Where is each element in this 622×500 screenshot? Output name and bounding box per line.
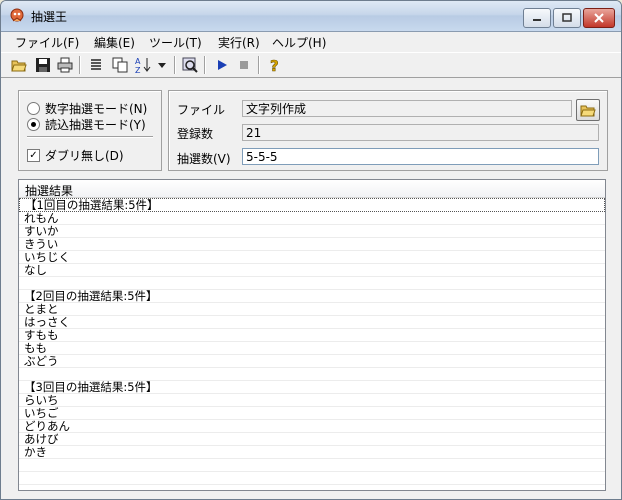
settings-panel: ファイル 文字列作成 登録数 21 抽選数(V) 5-5-5 (168, 90, 608, 171)
list-item[interactable]: らいち (19, 394, 605, 407)
save-button[interactable] (34, 56, 52, 74)
list-item[interactable]: ぶどう (19, 355, 605, 368)
list-item[interactable] (19, 459, 605, 472)
menu-bar: ファイル(F) 編集(E) ツール(T) 実行(R) ヘルプ(H) (1, 32, 621, 51)
browse-file-button[interactable] (576, 99, 600, 121)
menu-help[interactable]: ヘルプ(H) (272, 34, 326, 51)
stop-icon (240, 61, 248, 69)
list-item[interactable]: いちご (19, 407, 605, 420)
toolbar-separator (79, 56, 81, 74)
list-item[interactable] (19, 368, 605, 381)
list-item[interactable] (19, 485, 605, 490)
list-button[interactable] (87, 56, 105, 74)
copy-button[interactable] (111, 56, 129, 74)
mode-divider (27, 136, 153, 138)
file-field: 文字列作成 (242, 100, 572, 117)
load-mode-radio-button[interactable] (27, 118, 40, 131)
list-item[interactable]: れもん (19, 212, 605, 225)
numeric-mode-radio-button[interactable] (27, 102, 40, 115)
open-folder-icon (580, 105, 596, 117)
draw-count-input[interactable]: 5-5-5 (242, 148, 599, 165)
results-header-label: 抽選結果 (25, 184, 74, 198)
help-icon: ? (270, 57, 279, 73)
list-item[interactable]: 【2回目の抽選結果:5件】 (19, 290, 605, 303)
count-field: 21 (242, 124, 599, 141)
mode-panel: 数字抽選モード(N) 読込抽選モード(Y) ✓ ダブリ無し(D) (18, 90, 162, 171)
print-icon (57, 57, 73, 73)
run-button[interactable] (213, 56, 231, 74)
list-item[interactable]: はっさく (19, 316, 605, 329)
list-item[interactable]: もも (19, 342, 605, 355)
title-bar[interactable]: 抽選王 (1, 1, 621, 32)
no-duplicates-check-icon[interactable]: ✓ (27, 149, 40, 162)
sort-button[interactable]: A Z (134, 56, 152, 74)
save-icon (36, 58, 50, 72)
list-item[interactable] (19, 277, 605, 290)
file-label: ファイル (177, 103, 226, 117)
dropdown-arrow-icon (158, 63, 166, 68)
results-list[interactable]: 抽選結果 【1回目の抽選結果:5件】 れもん すいか きうい いちじく なし【2回目の抽選… (18, 179, 606, 491)
list-item[interactable] (19, 472, 605, 485)
copy-icon (112, 57, 128, 73)
load-mode-label: 読込抽選モード(Y) (45, 118, 146, 132)
print-button[interactable] (56, 56, 74, 74)
sort-dropdown-button[interactable] (153, 56, 171, 74)
results-column-header[interactable]: 抽選結果 (19, 180, 605, 198)
settings-icon (182, 57, 198, 73)
open-button[interactable] (10, 56, 28, 74)
toolbar-separator (258, 56, 260, 74)
load-mode-radio[interactable]: 読込抽選モード(Y) (27, 116, 146, 133)
list-item[interactable]: すいか (19, 225, 605, 238)
list-icon (91, 59, 101, 70)
list-item[interactable]: かき (19, 446, 605, 459)
numeric-mode-label: 数字抽選モード(N) (45, 102, 148, 116)
no-duplicates-checkbox[interactable]: ✓ ダブリ無し(D) (27, 147, 124, 164)
close-icon (594, 13, 604, 23)
list-item[interactable]: 【1回目の抽選結果:5件】 (19, 198, 605, 212)
help-button[interactable]: ? (266, 56, 284, 74)
maximize-icon (562, 13, 572, 22)
app-logo-icon (9, 8, 25, 24)
main-window: 抽選王 ファイル(F) 編集(E) ツール(T) 実行(R) ヘルプ(H) A … (0, 0, 622, 500)
list-item[interactable]: あけび (19, 433, 605, 446)
menu-tools[interactable]: ツール(T) (149, 34, 202, 51)
open-folder-icon (11, 60, 27, 72)
menu-run[interactable]: 実行(R) (218, 34, 260, 51)
window-title: 抽選王 (31, 10, 68, 24)
list-item[interactable]: なし (19, 264, 605, 277)
list-item[interactable]: どりあん (19, 420, 605, 433)
play-icon (218, 60, 227, 70)
toolbar: A Z ? (1, 52, 621, 78)
toolbar-separator (174, 56, 176, 74)
stop-button[interactable] (235, 56, 253, 74)
sort-az-icon: A Z (135, 57, 151, 74)
results-body: 【1回目の抽選結果:5件】 れもん すいか きうい いちじく なし【2回目の抽選結果:5件… (19, 198, 605, 490)
numeric-mode-radio[interactable]: 数字抽選モード(N) (27, 100, 147, 117)
close-button[interactable] (583, 8, 615, 28)
list-item[interactable]: すもも (19, 329, 605, 342)
maximize-button[interactable] (553, 8, 581, 28)
svg-text:Z: Z (135, 66, 141, 74)
minimize-button[interactable] (523, 8, 551, 28)
minimize-icon (533, 19, 541, 21)
toolbar-separator (204, 56, 206, 74)
menu-file[interactable]: ファイル(F) (15, 34, 79, 51)
draw-count-label: 抽選数(V) (177, 152, 231, 166)
svg-text:A: A (135, 57, 141, 66)
list-item[interactable]: とまと (19, 303, 605, 316)
list-item[interactable]: 【3回目の抽選結果:5件】 (19, 381, 605, 394)
list-item[interactable]: いちじく (19, 251, 605, 264)
list-item[interactable]: きうい (19, 238, 605, 251)
no-duplicates-label: ダブリ無し(D) (45, 149, 124, 163)
count-label: 登録数 (177, 127, 214, 141)
svg-text:?: ? (270, 57, 279, 73)
settings-button[interactable] (181, 56, 199, 74)
menu-edit[interactable]: 編集(E) (94, 34, 135, 51)
